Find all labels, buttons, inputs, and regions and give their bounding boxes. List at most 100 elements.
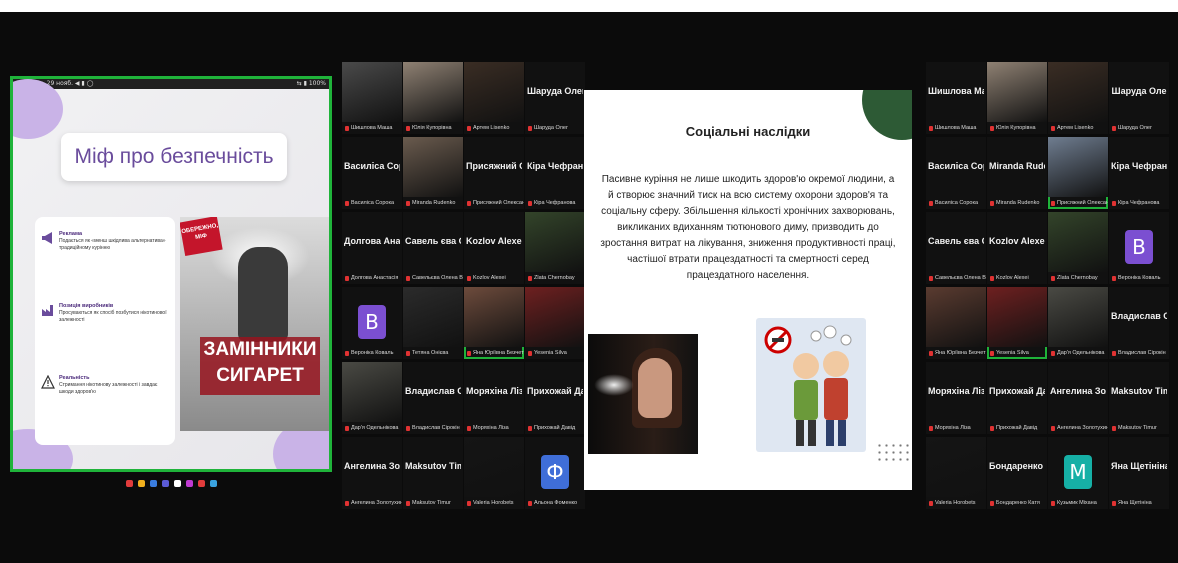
- participant-name: Альона Фоменко: [534, 500, 578, 506]
- participant-tile[interactable]: Прихожай Давід Прихожай Давід: [525, 362, 585, 434]
- participant-name: Яна Юріївна Безчетнікова: [473, 350, 524, 356]
- participant-name-label: Бондаренко Катя: [990, 500, 1040, 506]
- device-status-bar: 12:50 Чт, 29 нояб. ◀ ▮ ◯ ⇆ ▮ 100%: [13, 79, 329, 89]
- participant-tile[interactable]: Савель єва Оле... Савельєва Олена Вале...: [403, 212, 463, 284]
- participant-tile[interactable]: Ангелина Золо... Ангелина Золотухина: [342, 437, 402, 509]
- muted-mic-icon: [1112, 425, 1116, 431]
- participant-name: Дар'я Одельнікова: [1057, 350, 1105, 356]
- muted-mic-icon: [1051, 350, 1055, 356]
- participant-tile[interactable]: Моряхіна Ліза Моряхіна Ліза: [464, 362, 524, 434]
- participant-tile[interactable]: Василіса Сорока Василіса Сорока: [342, 137, 402, 209]
- participant-tile[interactable]: Моряхіна Ліза Моряхіна Ліза: [926, 362, 986, 434]
- participant-video: [464, 62, 524, 122]
- participant-name-label: Вероніка Коваль: [345, 350, 393, 356]
- participant-tile[interactable]: Maksutov Timur Maksutov Timur: [403, 437, 463, 509]
- muted-mic-icon: [528, 275, 532, 281]
- participant-name: Valeria Horobets: [473, 500, 514, 506]
- participant-tile[interactable]: Valeria Horobets: [464, 437, 524, 509]
- participant-name-label: Кіра Чефранова: [528, 200, 575, 206]
- participant-name-label: Ангелина Золотухина: [345, 500, 402, 506]
- participant-tile[interactable]: B Вероніка Коваль: [342, 287, 402, 359]
- participant-tile[interactable]: Шишлова Маша: [342, 62, 402, 134]
- participant-name-label: Юлія Купорівна: [406, 125, 452, 131]
- factory-icon: [42, 305, 53, 316]
- taskbar-app-icon[interactable]: [185, 479, 193, 487]
- participant-tile[interactable]: Яна Щетініна Яна Щетініна: [1109, 437, 1169, 509]
- taskbar-app-icon[interactable]: [125, 479, 133, 487]
- participant-name: Юлія Купорівна: [412, 125, 452, 131]
- participant-display-name: Miranda Rudenko: [989, 161, 1045, 171]
- participant-display-name: Шаруда Олег: [527, 86, 583, 96]
- participant-name: Прихожай Давід: [534, 425, 576, 431]
- participant-tile[interactable]: Шишлова Маша Шишлова Маша: [926, 62, 986, 134]
- participant-tile[interactable]: Юлія Купорівна: [403, 62, 463, 134]
- participant-tile[interactable]: Яна Юріївна Безчетні...: [926, 287, 986, 359]
- participant-tile[interactable]: Maksutov Tim Maksutov Timur: [1109, 362, 1169, 434]
- participant-display-name: Ангелина Золо...: [344, 461, 400, 471]
- participant-tile[interactable]: Тетяна Онієва: [403, 287, 463, 359]
- participant-tile[interactable]: M Кузьмик Міхана: [1048, 437, 1108, 509]
- participant-name: Присяжний Олександр: [1057, 200, 1108, 206]
- taskbar-app-icon[interactable]: [209, 479, 217, 487]
- participant-tile[interactable]: Ангелина Золо... Ангелина Золотухина: [1048, 362, 1108, 434]
- participant-tile[interactable]: Yesenia Silva: [525, 287, 585, 359]
- participant-tile[interactable]: Miranda Rudenko: [403, 137, 463, 209]
- participant-name-label: Артем Lisenko: [1051, 125, 1093, 131]
- shared-screen-social-consequences[interactable]: Соціальні наслідки Пасивне куріння не ли…: [584, 90, 912, 490]
- participant-name: Miranda Rudenko: [996, 200, 1040, 206]
- muted-mic-icon: [406, 200, 410, 206]
- participant-display-name: Василіса Сорока: [928, 161, 984, 171]
- participant-tile[interactable]: Kozlov Alexei Kozlov Alexei: [987, 212, 1047, 284]
- taskbar-app-icon[interactable]: [197, 479, 205, 487]
- participant-display-name: Шаруда Оле: [1111, 86, 1167, 96]
- participant-video: [403, 137, 463, 197]
- participant-tile[interactable]: Дар'я Одельнікова: [1048, 287, 1108, 359]
- substitutes-banner: ЗАМІННИКИ СИГАРЕТ: [200, 337, 320, 395]
- participant-tile[interactable]: Прихожай Давід Прихожай Давід: [987, 362, 1047, 434]
- participant-tile[interactable]: B Вероніка Коваль: [1109, 212, 1169, 284]
- shared-screen-myth-slide[interactable]: 12:50 Чт, 29 нояб. ◀ ▮ ◯ ⇆ ▮ 100% Міф пр…: [10, 76, 332, 472]
- participant-name-label: Maksutov Timur: [406, 500, 451, 506]
- participant-tile[interactable]: Присяжний Ол... Присяжний Олександр: [464, 137, 524, 209]
- participant-display-name: Яна Щетініна: [1111, 461, 1167, 471]
- participant-tile[interactable]: Бондаренко Катя Бондаренко Катя: [987, 437, 1047, 509]
- participant-tile[interactable]: Владислав Сір... Владислав Сірокін: [403, 362, 463, 434]
- participant-tile[interactable]: Кіра Чефранс Кіра Чефранова: [1109, 137, 1169, 209]
- participant-tile[interactable]: Присяжний Олександр: [1048, 137, 1108, 209]
- participant-tile[interactable]: Miranda Rudenko Miranda Rudenko: [987, 137, 1047, 209]
- myth-warning-stamp: ОБЕРЕЖНО, МІФ: [180, 217, 223, 257]
- participant-tile[interactable]: Артем Lisenko: [464, 62, 524, 134]
- participant-tile[interactable]: Zlata Chernobay: [1048, 212, 1108, 284]
- taskbar-app-icon[interactable]: [149, 479, 157, 487]
- point-text: Подається як «менш шкідлива альтернатива…: [59, 238, 166, 251]
- participant-name-label: Тетяна Онієва: [406, 350, 448, 356]
- participant-tile[interactable]: Zlata Chernobay: [525, 212, 585, 284]
- participant-name-label: Моряхіна Ліза: [467, 425, 509, 431]
- participant-tile[interactable]: Дар'я Одельнікова: [342, 362, 402, 434]
- muted-mic-icon: [1051, 275, 1055, 281]
- participant-tile[interactable]: Владислав Сі Владислав Сірокін: [1109, 287, 1169, 359]
- participant-video: [1048, 137, 1108, 197]
- participant-tile[interactable]: Юлія Купорівна: [987, 62, 1047, 134]
- participant-tile[interactable]: Yesenia Silva: [987, 287, 1047, 359]
- taskbar-app-icon[interactable]: [137, 479, 145, 487]
- participant-tile[interactable]: Кіра Чефранова Кіра Чефранова: [525, 137, 585, 209]
- participant-tile[interactable]: Савель єва Оле... Савельєва Олена Вале...: [926, 212, 986, 284]
- participant-tile[interactable]: Артем Lisenko: [1048, 62, 1108, 134]
- participant-name: Yesenia Silva: [996, 350, 1029, 356]
- participant-name: Кіра Чефранова: [1118, 200, 1160, 206]
- participant-tile[interactable]: Шаруда Оле Шаруда Олег: [1109, 62, 1169, 134]
- participant-tile[interactable]: Долгова Анаст... Долгова Анастасія: [342, 212, 402, 284]
- participant-display-name: Maksutov Tim: [1111, 386, 1167, 396]
- participant-tile[interactable]: Яна Юріївна Безчетнікова: [464, 287, 524, 359]
- device-taskbar[interactable]: [10, 476, 332, 490]
- taskbar-app-icon[interactable]: [173, 479, 181, 487]
- participant-tile[interactable]: Ф Альона Фоменко: [525, 437, 585, 509]
- participant-tile[interactable]: Василіса Сорока Василіса Сорока: [926, 137, 986, 209]
- participant-tile[interactable]: Valeria Horobets: [926, 437, 986, 509]
- cigarette-substitutes-photo: ОБЕРЕЖНО, МІФ ЗАМІННИКИ СИГАРЕТ: [180, 217, 329, 431]
- participant-tile[interactable]: Kozlov Alexei Kozlov Alexei: [464, 212, 524, 284]
- point-heading: Реальність: [59, 375, 90, 381]
- participant-tile[interactable]: Шаруда Олег Шаруда Олег: [525, 62, 585, 134]
- taskbar-app-icon[interactable]: [161, 479, 169, 487]
